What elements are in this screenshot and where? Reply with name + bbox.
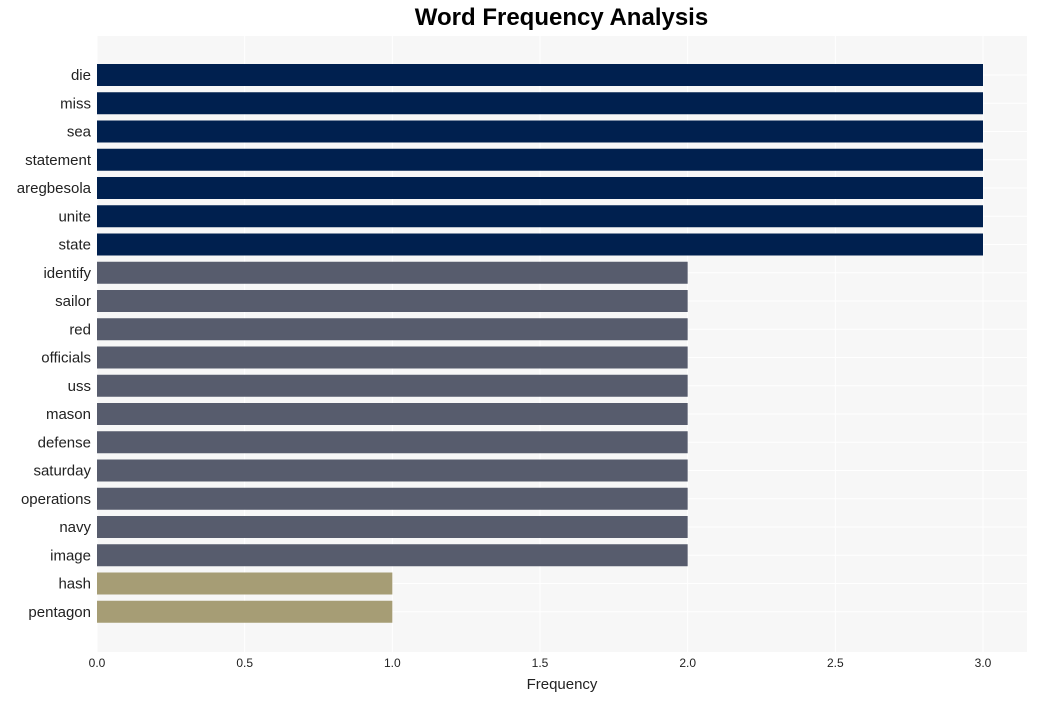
bar-mason [97,403,688,425]
bar-die [97,64,983,86]
y-tick-label-red: red [69,321,91,338]
y-tick-label-image: image [50,547,91,564]
bar-sailor [97,290,688,312]
bar-chart: die miss sea statement aregbesola unite state i… [17,36,1027,693]
x-tick-label: 3.0 [975,656,992,670]
x-tick-label: 2.0 [679,656,696,670]
y-tick-label-uss: uss [68,378,91,395]
bar-pentagon [97,600,393,623]
bar-sea [97,120,983,143]
y-tick-label-statement: statement [25,152,92,169]
bar-identify [97,261,688,284]
y-tick-label-die: die [71,67,91,84]
y-tick-label-sailor: sailor [55,293,91,310]
bar-operations [97,487,688,510]
bar-hash [97,572,393,595]
y-tick-label-state: state [58,237,91,254]
y-tick-label-operations: operations [21,491,91,508]
y-tick-label-identify: identify [43,265,91,282]
bar-defense [97,431,688,454]
y-tick-label-mason: mason [46,406,91,423]
bar-officials [97,346,688,369]
x-tick-label: 0.0 [89,656,106,670]
x-tick-label: 1.0 [384,656,401,670]
y-tick-label-sea: sea [67,124,92,141]
bar-statement [97,148,983,171]
y-tick-label-hash: hash [58,576,91,593]
y-tick-label-navy: navy [59,519,91,536]
bar-saturday [97,459,688,482]
bar-navy [97,516,688,538]
y-tick-label-defense: defense [38,434,91,451]
x-tick-label: 0.5 [236,656,253,670]
bar-state [97,233,983,256]
y-tick-label-unite: unite [58,208,91,225]
bar-unite [97,205,983,228]
y-axis-labels: die miss sea statement aregbesola unite state i… [17,67,92,621]
y-tick-label-saturday: saturday [33,463,91,480]
x-axis-label: Frequency [527,676,598,693]
y-tick-label-officials: officials [41,350,91,367]
y-tick-label-pentagon: pentagon [28,604,91,621]
bar-uss [97,374,688,397]
y-tick-label-aregbesola: aregbesola [17,180,92,197]
bar-red [97,318,688,341]
x-tick-label: 1.5 [532,656,549,670]
x-axis-ticks: 0.0 0.5 1.0 1.5 2.0 2.5 3.0 [89,656,992,670]
bar-aregbesola [97,177,983,199]
bar-image [97,544,688,567]
x-tick-label: 2.5 [827,656,844,670]
y-tick-label-miss: miss [60,95,91,112]
bar-miss [97,92,983,115]
